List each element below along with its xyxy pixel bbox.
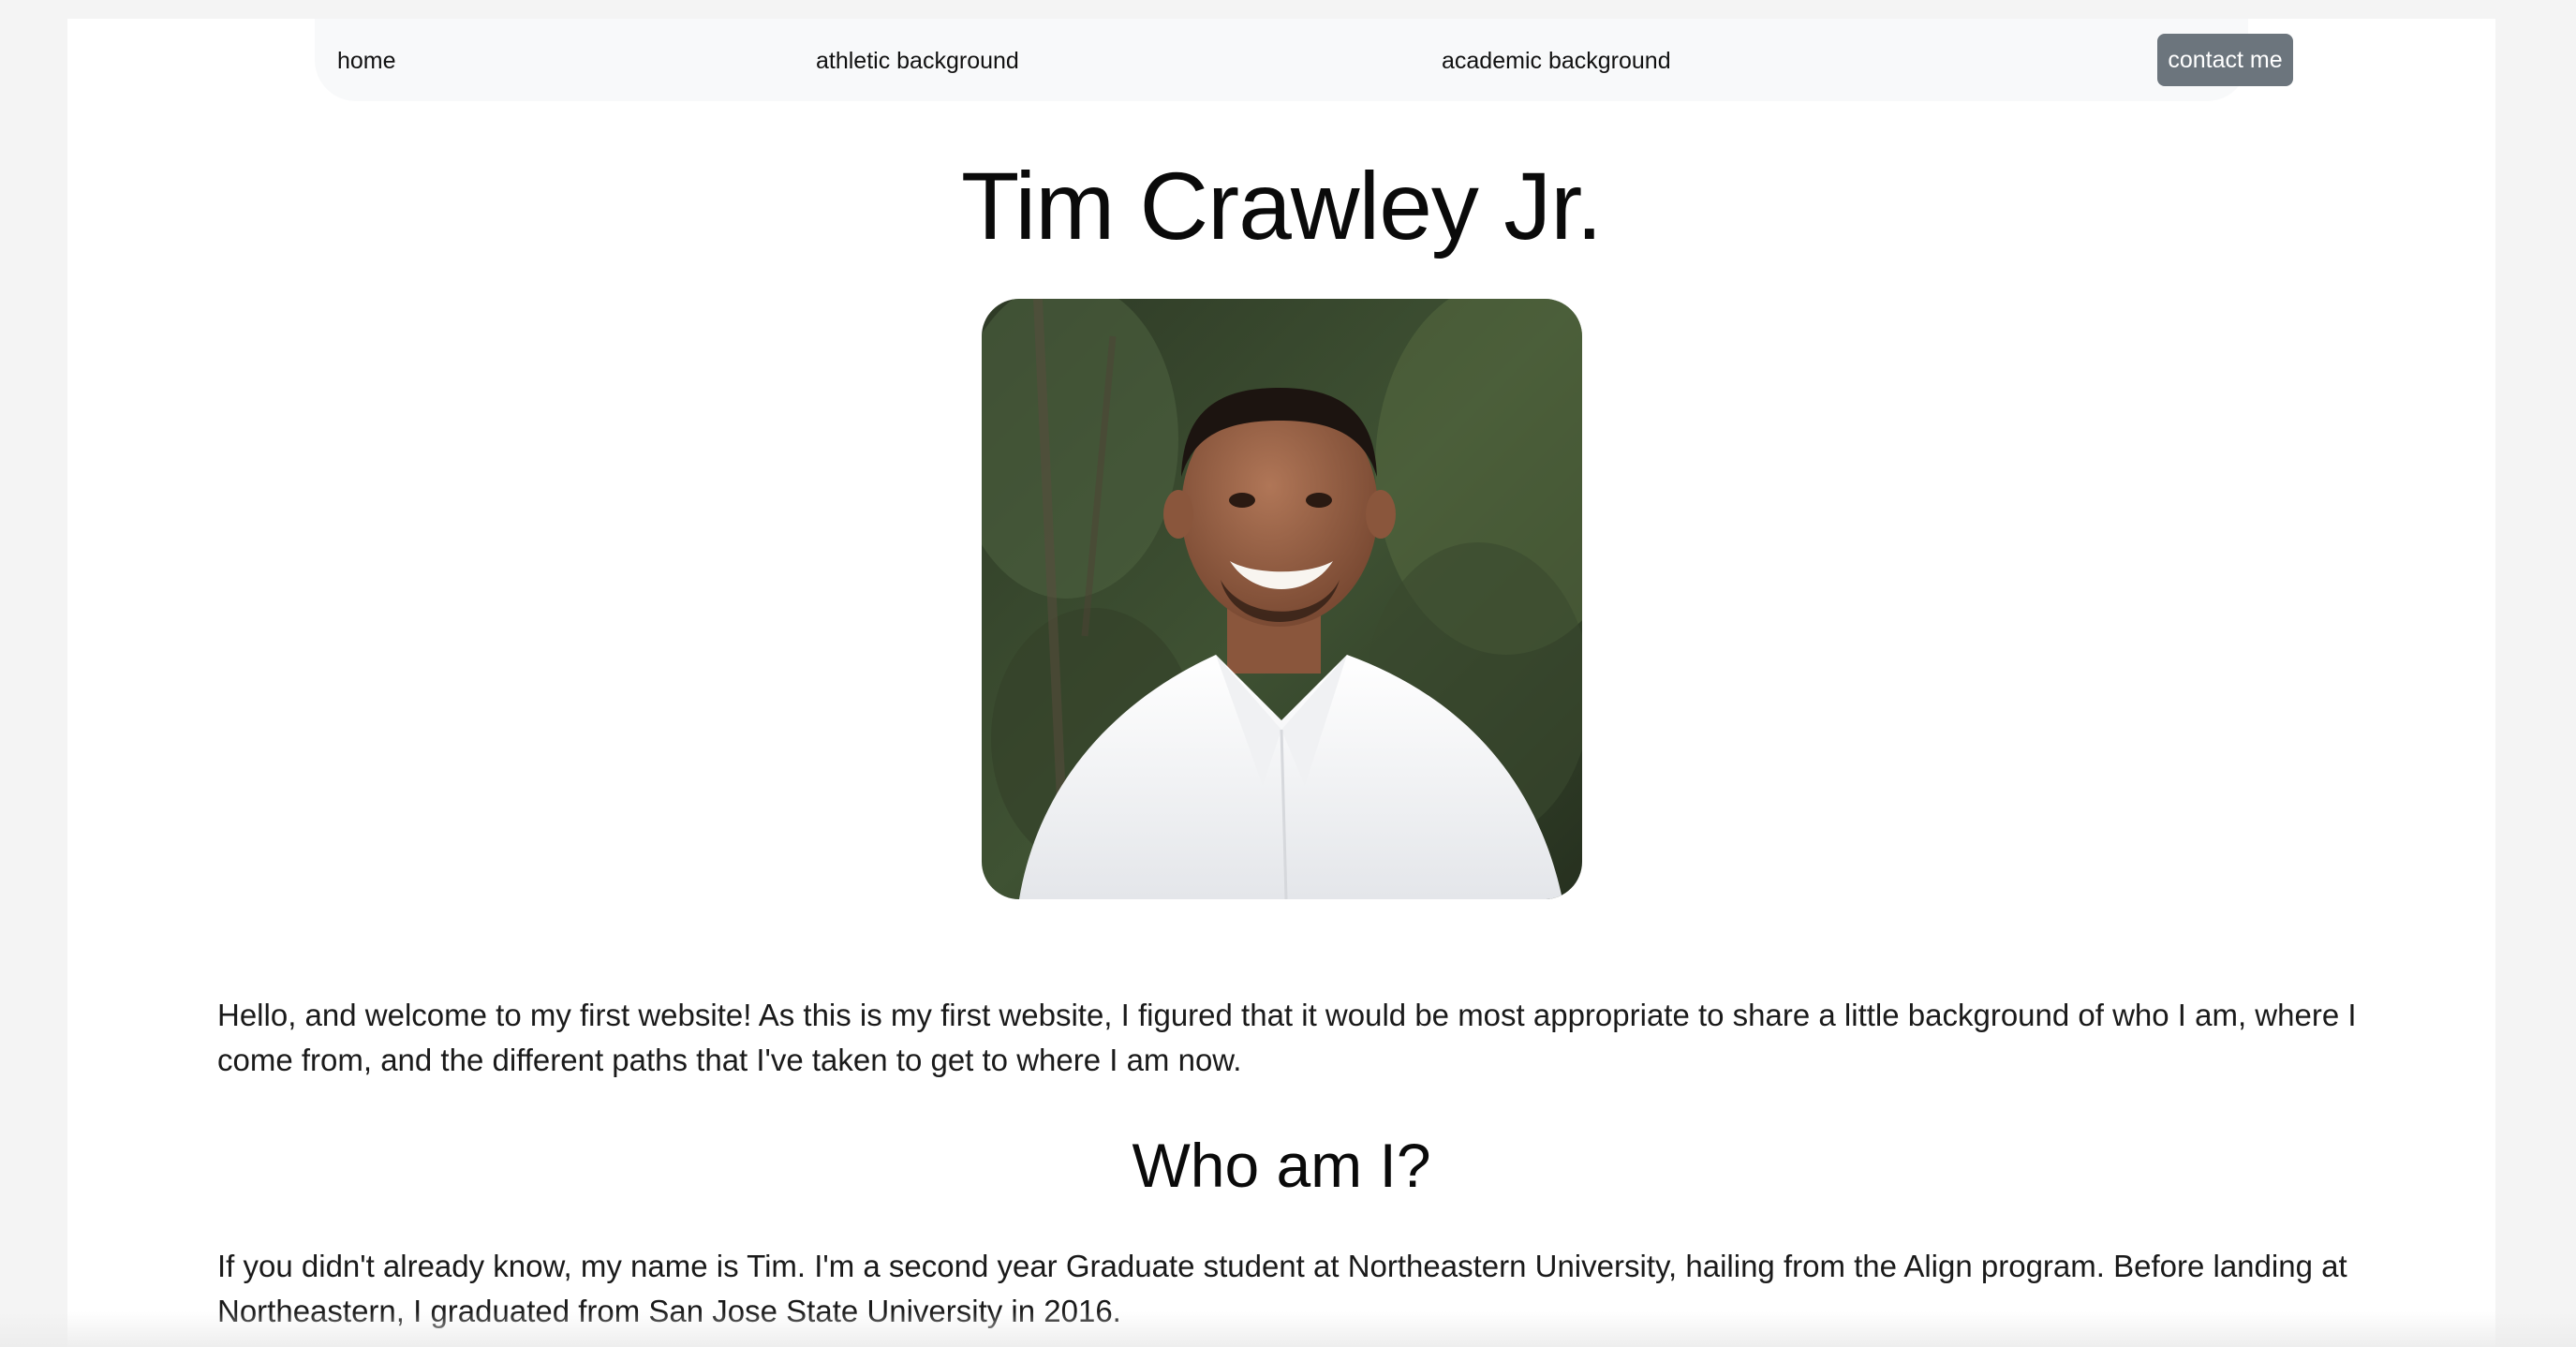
nav-academic-background-link[interactable]: academic background: [1442, 45, 1671, 77]
page-title: Tim Crawley Jr.: [961, 153, 1603, 259]
profile-photo: [982, 299, 1582, 899]
nav-athletic-background-link[interactable]: athletic background: [816, 45, 1019, 77]
bottom-shadow: [0, 1311, 2576, 1347]
contact-me-button[interactable]: contact me: [2157, 34, 2293, 86]
page-container: home athletic background academic backgr…: [67, 19, 2495, 1347]
intro-paragraph: Hello, and welcome to my first website! …: [217, 998, 2357, 1077]
section-heading: Who am I?: [1132, 1131, 1431, 1200]
nav-home-link[interactable]: home: [337, 45, 396, 77]
navbar: home athletic background academic backgr…: [315, 19, 2293, 101]
